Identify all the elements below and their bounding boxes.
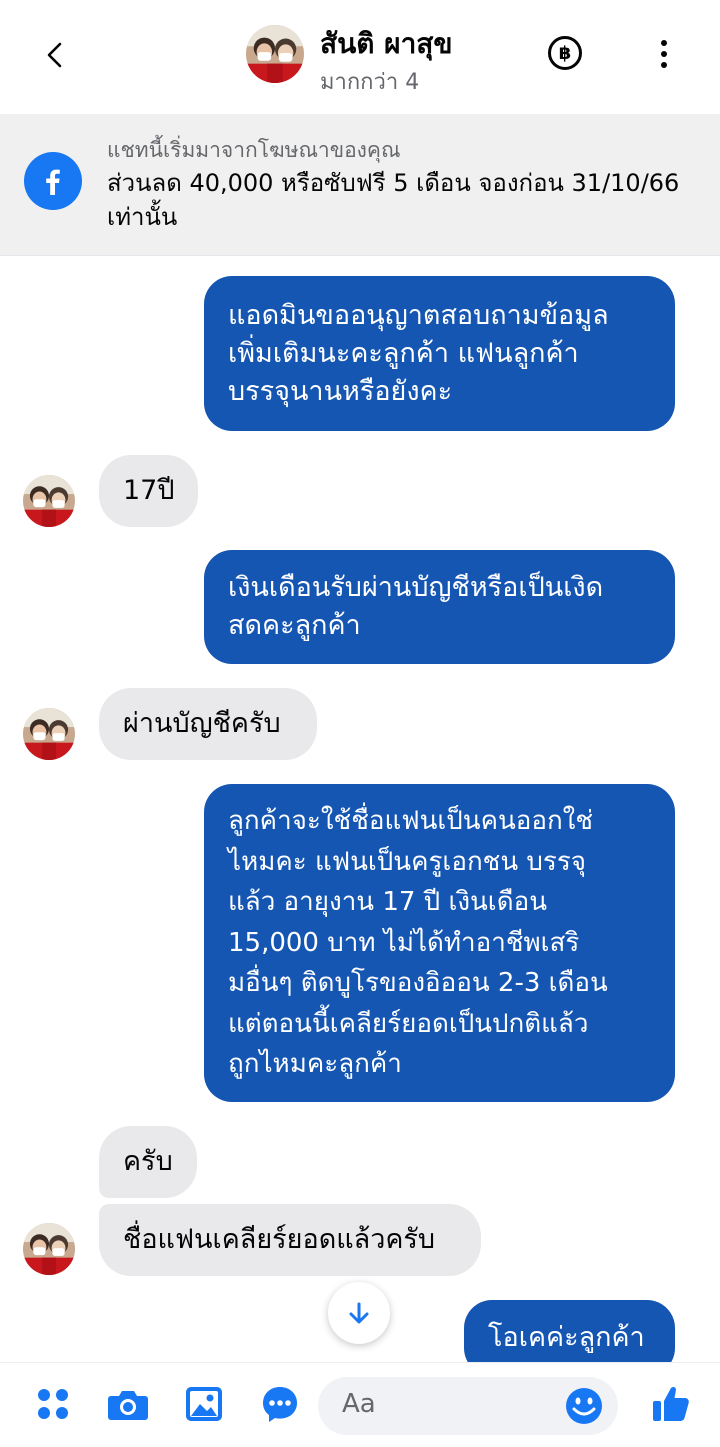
emoji-button[interactable] <box>564 1386 604 1426</box>
message-bubble-outgoing[interactable]: แอดมินขออนุญาตสอบถามข้อมูล เพิ่มเติมนะคะ… <box>204 276 675 431</box>
message-text: ชื่อแฟนเคลียร์ยอดแล้วครับ <box>123 1224 436 1255</box>
apps-button[interactable] <box>28 1379 78 1429</box>
contact-avatar[interactable] <box>246 25 304 83</box>
message-text: เงินเดือนรับผ่านบัญชีหรือเป็นเงิด สดคะลู… <box>228 572 604 641</box>
message-text: โอเคค่ะลูกค้า <box>488 1322 645 1353</box>
chat-header: สันติ ผาสุข มากกว่า 4 ฿ <box>0 0 720 110</box>
ad-origin-banner[interactable]: แชทนี้เริ่มมาจากโฆษณาของคุณ ส่วนลด 40,00… <box>0 114 720 256</box>
more-options-button[interactable] <box>644 32 684 76</box>
baht-button[interactable]: ฿ <box>548 36 582 70</box>
message-text: 17ปี <box>123 475 175 506</box>
back-button[interactable] <box>30 30 80 80</box>
message-text: แอดมินขออนุญาตสอบถามข้อมูล เพิ่มเติมนะคะ… <box>228 299 609 407</box>
image-icon <box>186 1387 222 1421</box>
message-bubble-outgoing[interactable]: เงินเดือนรับผ่านบัญชีหรือเป็นเงิด สดคะลู… <box>204 550 675 664</box>
scroll-to-bottom-button[interactable] <box>328 1282 390 1344</box>
chat-bubble-icon <box>263 1387 297 1422</box>
message-text: ครับ <box>123 1146 173 1177</box>
message-bubble-incoming[interactable]: 17ปี <box>99 455 198 527</box>
like-button[interactable] <box>646 1379 696 1429</box>
chat-extension-button[interactable] <box>255 1379 305 1429</box>
camera-icon <box>108 1391 148 1420</box>
message-text: ผ่านบัญชีครับ <box>123 708 281 739</box>
facebook-icon <box>24 152 82 210</box>
arrow-down-icon <box>349 1302 369 1324</box>
ad-label: แชทนี้เริ่มมาจากโฆษณาของคุณ <box>107 138 401 162</box>
ad-text: ส่วนลด 40,000 หรือซับฟรี 5 เดือน จองก่อน… <box>107 169 680 231</box>
contact-name[interactable]: สันติ ผาสุข <box>320 22 453 66</box>
camera-button[interactable] <box>103 1379 153 1429</box>
message-input-placeholder: Aa <box>342 1389 376 1419</box>
message-composer: Aa <box>0 1362 720 1447</box>
message-text: ลูกค้าจะใช้ชื่อแฟนเป็นคนออกใช่ ไหมคะ แฟน… <box>228 806 608 1080</box>
emoji-icon <box>566 1388 602 1424</box>
more-vertical-icon <box>661 40 667 68</box>
message-bubble-incoming[interactable]: ชื่อแฟนเคลียร์ยอดแล้วครับ <box>99 1204 481 1276</box>
contact-avatar-small[interactable] <box>23 708 75 760</box>
like-thumb-icon <box>653 1386 689 1421</box>
gallery-button[interactable] <box>179 1379 229 1429</box>
message-bubble-incoming[interactable]: ครับ <box>99 1126 197 1198</box>
contact-avatar-small[interactable] <box>23 475 75 527</box>
message-input[interactable]: Aa <box>318 1377 618 1435</box>
apps-icon <box>38 1389 68 1419</box>
baht-icon: ฿ <box>558 42 572 64</box>
contact-subtitle: มากกว่า 4 <box>320 70 420 95</box>
message-bubble-outgoing[interactable]: ลูกค้าจะใช้ชื่อแฟนเป็นคนออกใช่ ไหมคะ แฟน… <box>204 784 675 1102</box>
message-bubble-incoming[interactable]: ผ่านบัญชีครับ <box>99 688 317 760</box>
contact-avatar-small[interactable] <box>23 1223 75 1275</box>
back-arrow-icon <box>47 42 62 68</box>
